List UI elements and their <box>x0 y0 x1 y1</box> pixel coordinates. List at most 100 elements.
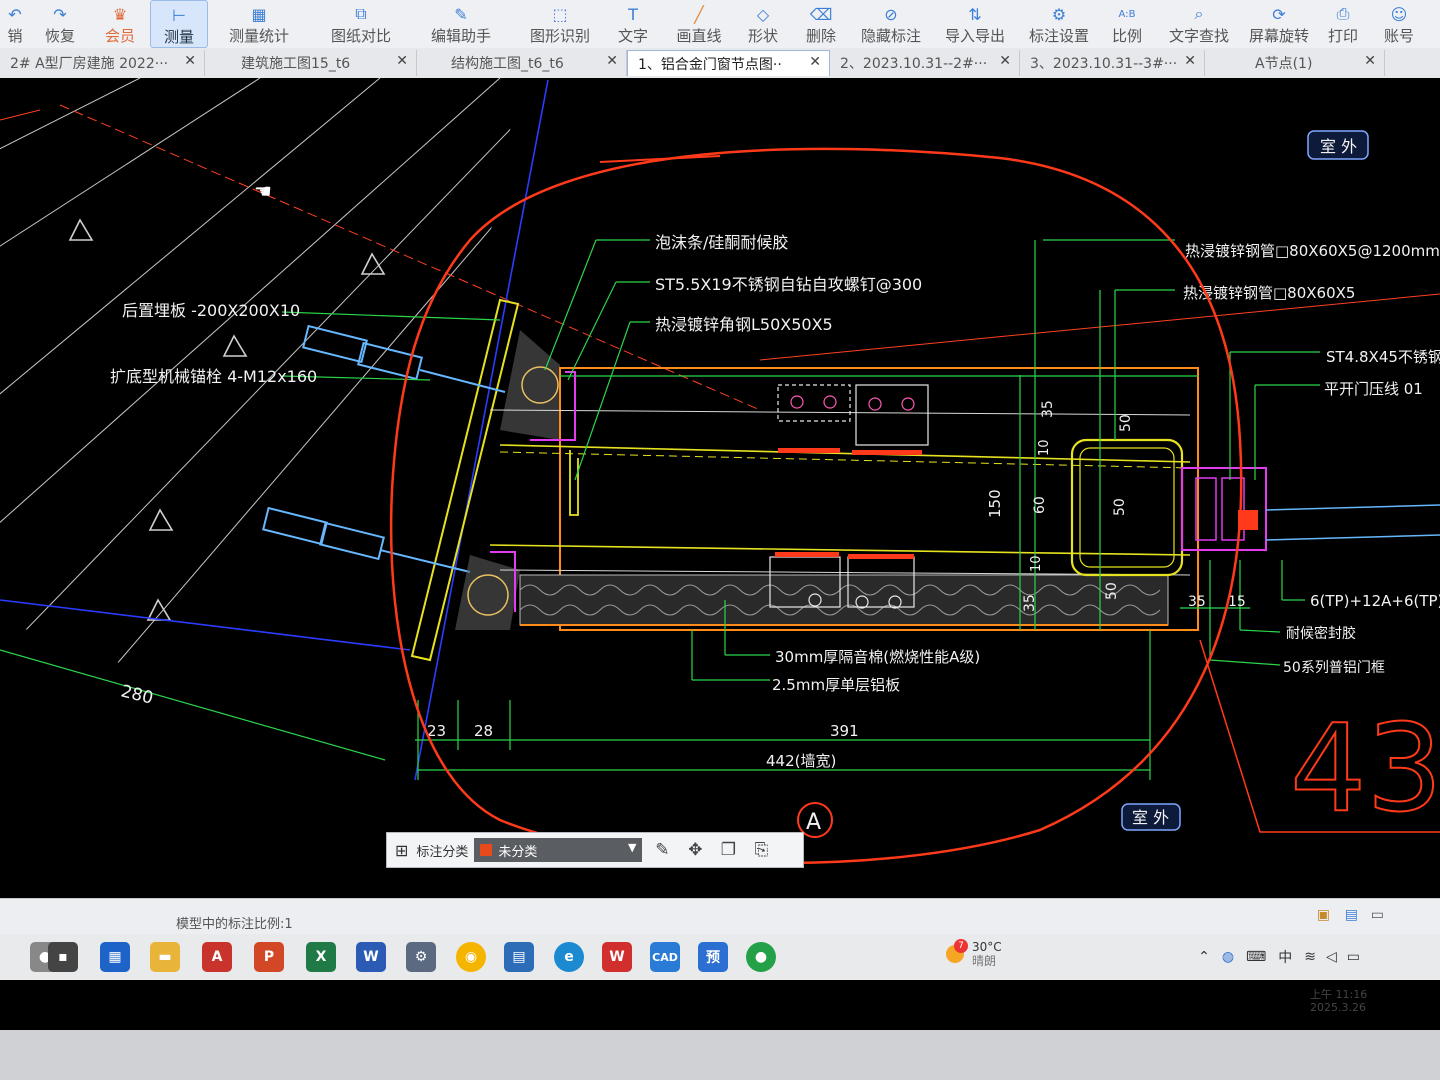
ruler-icon: ⊢ <box>172 5 186 25</box>
anchor-bolts <box>262 324 506 573</box>
dim-280-line <box>0 649 386 761</box>
sun-icon: 7 <box>946 939 968 963</box>
close-icon[interactable]: ✕ <box>184 53 196 69</box>
keyboard-icon[interactable]: ⌨ <box>1246 949 1266 965</box>
close-icon[interactable]: ✕ <box>1364 53 1376 69</box>
close-icon[interactable]: ✕ <box>999 53 1011 69</box>
bottom-steel-line <box>489 544 1191 556</box>
label-aluminium-panel: 2.5mm厚单层铝板 <box>772 676 900 694</box>
label-acoustic-wool: 30mm厚隔音棉(燃烧性能A级) <box>775 648 980 666</box>
toolbar-compare[interactable]: ⧉ 图纸对比 <box>326 0 396 46</box>
toolbar-text[interactable]: T 文字 <box>616 0 650 46</box>
text-icon: T <box>628 4 638 24</box>
close-icon[interactable]: ✕ <box>606 53 618 69</box>
edge-icon[interactable]: e <box>554 942 584 972</box>
preview-icon[interactable]: 预 <box>698 942 728 972</box>
toolbar-hide-annotations[interactable]: ⊘ 隐藏标注 <box>860 0 922 46</box>
close-icon[interactable]: ✕ <box>1184 53 1196 69</box>
toolbar-print[interactable]: ⎙ 打印 <box>1324 0 1362 46</box>
wifi-icon[interactable]: ≋ <box>1304 949 1316 965</box>
toolbar-delete[interactable]: ⌫ 删除 <box>804 0 838 46</box>
calendar-icon[interactable]: ▤ <box>504 942 534 972</box>
volume-icon[interactable]: ◁ <box>1326 949 1337 965</box>
tab-a-factory[interactable]: 2# A型厂房建施 2022··· ✕ <box>0 50 205 76</box>
top-steel-line <box>499 444 1191 463</box>
cad-drawing: 280 泡沫条/硅酮耐候胶 ST5.5X19不锈钢自钻自攻螺钉@300 热浸镀锌… <box>0 78 1440 865</box>
sheet-number: 43 <box>1290 700 1440 839</box>
move-icon[interactable]: ✥ <box>682 837 708 863</box>
tab-arch-drawing[interactable]: 建筑施工图15_t6 ✕ <box>205 50 417 76</box>
close-icon[interactable]: ✕ <box>396 53 408 69</box>
label-anchor-bolt: 扩底型机械锚栓 4-M12x160 <box>110 367 317 386</box>
folder-icon[interactable]: ▬ <box>150 942 180 972</box>
weather-badge: 7 <box>954 939 968 953</box>
dim-150: 150 <box>986 489 1004 518</box>
toolbar-text-search[interactable]: ⌕ 文字查找 <box>1168 0 1230 46</box>
paste-icon[interactable]: ⎘ <box>748 837 774 863</box>
tab-node-a[interactable]: A节点(1) ✕ <box>1205 50 1385 76</box>
dim-15: 15 <box>1228 594 1246 610</box>
toolbar-import-export[interactable]: ⇅ 导入导出 <box>944 0 1006 46</box>
network-app-icon[interactable]: ◍ <box>1222 949 1234 965</box>
taskview-icon[interactable]: ▪ <box>48 942 78 972</box>
tab-2023-2[interactable]: 2、2023.10.31--2#··· ✕ <box>830 50 1020 76</box>
ribbon-toolbar: ↶ 销 ↷ 恢复 ♛ 会员 ⊢ 测量 ▦ 测量统计 ⧉ 图纸对比 ✎ 编辑助手 ⬚ 图形识别 T… <box>0 0 1440 49</box>
battery-icon[interactable]: ▭ <box>1347 949 1360 965</box>
edit-icon: ✎ <box>454 4 468 24</box>
toolbar-shape[interactable]: ◇ 形状 <box>746 0 780 46</box>
layer-icon[interactable]: ▣ <box>1317 907 1330 923</box>
clock[interactable]: 上午 11:16 2025.3.26 <box>1310 988 1367 1014</box>
wechat-icon[interactable]: ● <box>746 942 776 972</box>
settings-icon[interactable]: ⚙ <box>406 942 436 972</box>
toolbar-redo[interactable]: ↷ 恢复 <box>38 0 82 46</box>
powerpoint-icon[interactable]: P <box>254 942 284 972</box>
toolbar-account[interactable]: ☺ 账号 <box>1380 0 1418 46</box>
sealant-fill-top <box>500 330 560 440</box>
store-icon[interactable]: ▦ <box>100 942 130 972</box>
shape-icon: ◇ <box>756 4 770 24</box>
toolbar-draw-line[interactable]: ╱ 画直线 <box>674 0 724 46</box>
weather-widget[interactable]: 7 30°C 晴朗 <box>946 939 1002 968</box>
tab-door-window-node[interactable]: 1、铝合金门窗节点图·· ✕ <box>627 50 830 76</box>
drawing-canvas[interactable]: 280 泡沫条/硅酮耐候胶 ST5.5X19不锈钢自钻自攻螺钉@300 热浸镀锌… <box>0 78 1440 898</box>
ime-indicator[interactable]: 中 <box>1278 947 1292 967</box>
toolbar-scale[interactable]: A:B 比例 <box>1108 0 1146 46</box>
tab-struct-drawing[interactable]: 结构施工图_t6_t6 ✕ <box>417 50 627 76</box>
toolbar-measure-stats[interactable]: ▦ 测量统计 <box>222 0 296 46</box>
annotation-category-select[interactable]: 未分类 ▼ <box>474 838 643 862</box>
word-icon[interactable]: W <box>356 942 386 972</box>
crown-icon: ♛ <box>112 4 128 24</box>
status-bar: 模型中的标注比例:1 ▣ ▤ ▭ <box>0 898 1440 935</box>
edit-icon[interactable]: ✎ <box>649 837 675 863</box>
toolbar-shape-recognition[interactable]: ⬚ 图形识别 <box>526 0 594 46</box>
chevron-up-icon[interactable]: ⌃ <box>1198 949 1210 965</box>
toolbar-member[interactable]: ♛ 会员 <box>98 0 142 46</box>
label-pipe-1: 热浸镀锌钢管□80X60X5@1200mm <box>1185 242 1440 260</box>
tab-2023-3[interactable]: 3、2023.10.31--3#··· ✕ <box>1020 50 1205 76</box>
toolbar-edit-assistant[interactable]: ✎ 编辑助手 <box>428 0 494 46</box>
hand-cursor-icon: ☚ <box>254 179 272 203</box>
dim-280: 280 <box>119 681 155 708</box>
wps-icon[interactable]: W <box>602 942 632 972</box>
pdf-icon[interactable]: A <box>202 942 232 972</box>
toolbar-rotate-screen[interactable]: ⟳ 屏幕旋转 <box>1248 0 1310 46</box>
label-flat-bead: 平开门压线 01 <box>1324 380 1423 398</box>
chrome-icon[interactable]: ◉ <box>456 942 486 972</box>
category-color-swatch <box>480 844 493 856</box>
excel-icon[interactable]: X <box>306 942 336 972</box>
outdoor-label-bottom: 室 外 <box>1132 808 1169 827</box>
cad-viewer-icon[interactable]: CAD <box>650 942 680 972</box>
layout-icon[interactable]: ▭ <box>1371 907 1384 923</box>
toolbar-annotation-settings[interactable]: ⚙ 标注设置 <box>1028 0 1090 46</box>
view-icon[interactable]: ▤ <box>1345 907 1358 923</box>
annotation-scale-text: 模型中的标注比例:1 <box>176 917 293 932</box>
screen: ↶ 销 ↷ 恢复 ♛ 会员 ⊢ 测量 ▦ 测量统计 ⧉ 图纸对比 ✎ 编辑助手 ⬚ 图形识别 T… <box>0 0 1440 1030</box>
toolbar-undo[interactable]: ↶ 销 <box>0 0 30 46</box>
outdoor-label-top: 室 外 <box>1320 137 1357 156</box>
toolbar-measure[interactable]: ⊢ 测量 <box>150 0 208 48</box>
close-icon[interactable]: ✕ <box>809 54 821 70</box>
copy-icon[interactable]: ❐ <box>715 837 741 863</box>
taskbar: ● ▪ ▦ ▬ A P X W ⚙ ◉ ▤ e W CAD 预 ● 7 30°C… <box>0 934 1440 980</box>
dim-60: 60 <box>1032 496 1048 514</box>
monitor-bezel <box>0 1030 1440 1080</box>
